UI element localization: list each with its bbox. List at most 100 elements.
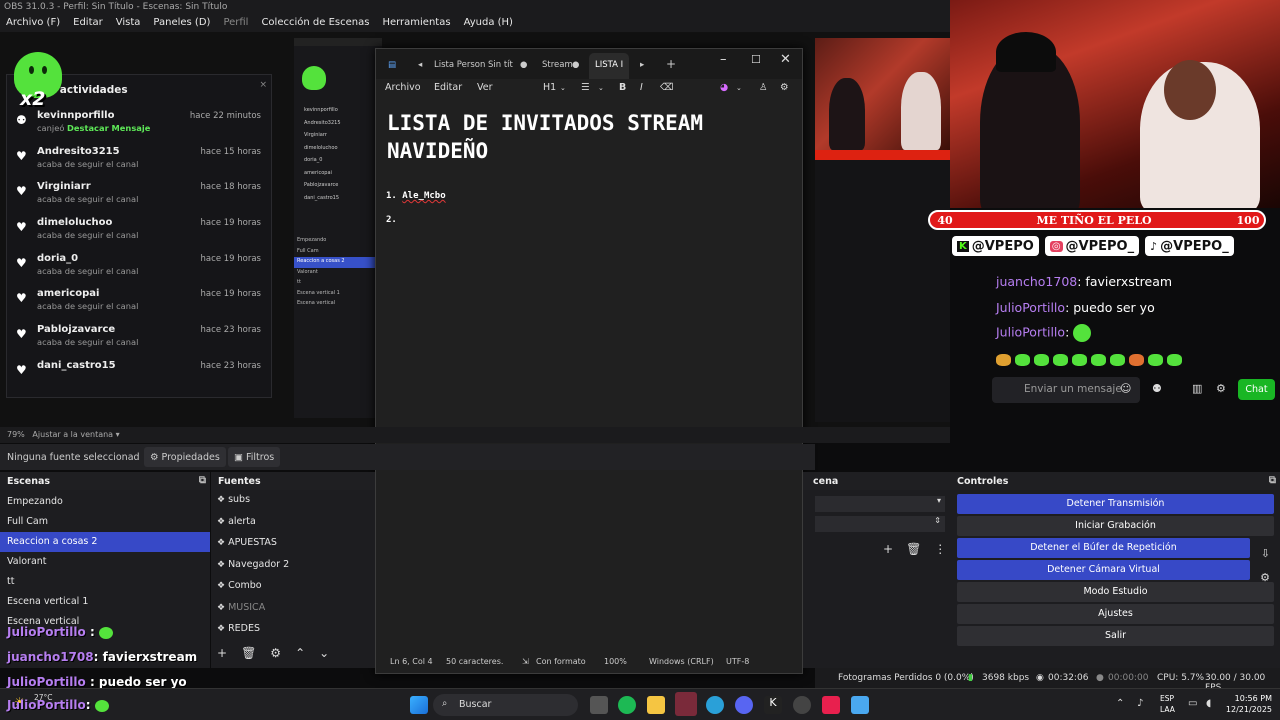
emote-bar[interactable]	[996, 354, 1182, 366]
popout-icon[interactable]: ⧉	[1269, 475, 1276, 486]
taskbar-search[interactable]: ⌕ Buscar	[433, 694, 578, 716]
source-item[interactable]: ❖ alerta	[211, 512, 375, 534]
source-item[interactable]: ❖ Navegador 2	[211, 555, 375, 577]
scene-item[interactable]: Reaccion a cosas 2	[0, 532, 210, 552]
scene-item[interactable]: Full Cam	[0, 512, 210, 532]
notepad-document[interactable]: LISTA DE INVITADOS STREAM NAVIDEÑO 1. Al…	[386, 109, 792, 649]
properties-button[interactable]: ⚙ Propiedades	[144, 447, 226, 467]
move-down-icon[interactable]: ⌄	[319, 646, 329, 660]
windows-start-icon[interactable]	[410, 696, 428, 714]
taskbar-clock[interactable]: 10:56 PM 12/21/2025	[1226, 693, 1272, 715]
filters-button[interactable]: ▣ Filtros	[228, 447, 281, 467]
bold-icon[interactable]: B	[619, 82, 626, 93]
menu-paneles[interactable]: Paneles (D)	[153, 17, 210, 29]
move-up-icon[interactable]: ⌃	[295, 646, 305, 660]
source-item[interactable]: ❖ Combo	[211, 576, 375, 598]
control-button[interactable]: Modo Estudio	[957, 582, 1274, 602]
np-menu-archivo[interactable]: Archivo	[385, 82, 421, 93]
emote-icon[interactable]	[1072, 354, 1087, 366]
download-icon[interactable]: ⇩	[1261, 547, 1270, 560]
app-icon[interactable]	[675, 692, 697, 716]
heading-dropdown[interactable]: H1	[543, 82, 556, 93]
add-icon[interactable]: +	[883, 542, 893, 556]
close-icon[interactable]: ✕	[780, 52, 791, 67]
chevron-down-icon[interactable]: ⌄	[736, 84, 742, 92]
scene-item[interactable]: Empezando	[0, 492, 210, 512]
control-button[interactable]: Salir	[957, 626, 1274, 646]
mixer-dropdown[interactable]: ▾	[815, 496, 945, 512]
mixer-spinner[interactable]: ⇕	[815, 516, 945, 532]
control-button[interactable]: Iniciar Grabación	[957, 516, 1274, 536]
tab-scroll-left-icon[interactable]: ◂	[418, 60, 422, 70]
spotify-icon[interactable]	[618, 696, 636, 714]
more-icon[interactable]: ⋮	[934, 542, 946, 556]
emote-icon[interactable]	[1148, 354, 1163, 366]
minimize-icon[interactable]: –	[720, 52, 727, 67]
network-icon[interactable]: ▭	[1188, 698, 1197, 709]
list-icon[interactable]: ☰	[581, 82, 590, 93]
clear-format-icon[interactable]: ⌫	[660, 82, 673, 93]
emote-icon[interactable]	[1129, 354, 1144, 366]
menu-editar[interactable]: Editar	[73, 17, 103, 29]
tiktok-app-icon[interactable]	[822, 696, 840, 714]
control-button[interactable]: Ajustes	[957, 604, 1274, 624]
emote-icon[interactable]	[1110, 354, 1125, 366]
np-menu-ver[interactable]: Ver	[477, 82, 493, 93]
menu-archivo[interactable]: Archivo (F)	[6, 17, 60, 29]
menu-perfil[interactable]: Perfil	[223, 17, 248, 29]
menu-herramientas[interactable]: Herramientas	[382, 17, 450, 29]
emote-icon[interactable]	[1053, 354, 1068, 366]
control-button[interactable]: Detener Cámara Virtual	[957, 560, 1250, 580]
language-indicator[interactable]: ESP LAA	[1160, 693, 1175, 715]
maximize-icon[interactable]: ☐	[751, 53, 761, 66]
preview-zoom[interactable]: 79% Ajustar a la ventana ▾	[0, 427, 950, 443]
chat-input[interactable]: Enviar un mensaje	[992, 377, 1140, 403]
emote-icon[interactable]	[1015, 354, 1030, 366]
add-icon[interactable]: +	[217, 646, 227, 660]
volume-icon[interactable]: ◖	[1206, 698, 1211, 709]
gear-icon[interactable]: ⚙	[1260, 571, 1270, 584]
kick-app-icon[interactable]: K	[764, 696, 782, 714]
italic-icon[interactable]: I	[640, 82, 643, 93]
source-item[interactable]: ❖ APUESTAS	[211, 533, 375, 555]
menu-coleccion[interactable]: Colección de Escenas	[261, 17, 369, 29]
new-tab-icon[interactable]: +	[666, 57, 676, 71]
emote-icon[interactable]	[1034, 354, 1049, 366]
obs-icon[interactable]	[793, 696, 811, 714]
control-button[interactable]: Detener el Búfer de Repetición	[957, 538, 1250, 558]
chevron-down-icon[interactable]: ⌄	[560, 84, 566, 92]
gear-icon[interactable]: ⚙	[1216, 382, 1226, 395]
emoji-icon[interactable]: ☺	[1120, 382, 1131, 395]
source-item[interactable]: ❖ MUSICA	[211, 598, 375, 620]
scene-item[interactable]: Escena vertical 1	[0, 592, 210, 612]
emote-icon[interactable]	[1167, 354, 1182, 366]
gear-icon[interactable]: ⚙	[270, 646, 281, 660]
notepad-app-icon[interactable]	[851, 696, 869, 714]
np-menu-editar[interactable]: Editar	[434, 82, 462, 93]
emote-icon[interactable]	[996, 354, 1011, 366]
discord-icon[interactable]	[735, 696, 753, 714]
notepad-window[interactable]: ▤ ◂ Lista Person Sin tít ● Stream ● LIST…	[375, 48, 803, 674]
trash-icon[interactable]: 🗑	[906, 542, 921, 556]
tab-scroll-right-icon[interactable]: ▸	[640, 60, 644, 70]
store-icon[interactable]: ▥	[1192, 382, 1202, 395]
copilot-icon[interactable]: ◕	[720, 82, 728, 93]
tab-lista-invitados[interactable]: LISTA I	[589, 53, 630, 79]
tab-sin-titulo[interactable]: Sin tít	[488, 60, 513, 70]
source-item[interactable]: ❖ subs	[211, 490, 375, 512]
control-button[interactable]: Detener Transmisión	[957, 494, 1274, 514]
file-explorer-icon[interactable]	[647, 696, 665, 714]
scene-item[interactable]: tt	[0, 572, 210, 592]
mic-tray-icon[interactable]: ♪	[1137, 698, 1143, 709]
chevron-down-icon[interactable]: ⌄	[598, 84, 604, 92]
gear-icon[interactable]: ⚙	[780, 82, 789, 93]
scene-item[interactable]: Valorant	[0, 552, 210, 572]
tab-stream[interactable]: Stream	[542, 60, 573, 70]
edge-icon[interactable]	[706, 696, 724, 714]
close-icon[interactable]: ×	[259, 80, 267, 90]
points-icon[interactable]: ⚉	[1152, 382, 1162, 395]
trash-icon[interactable]: 🗑	[241, 646, 256, 660]
task-view-icon[interactable]	[590, 696, 608, 714]
tray-chevron-icon[interactable]: ⌃	[1116, 698, 1124, 709]
chat-send-button[interactable]: Chat	[1238, 379, 1275, 400]
